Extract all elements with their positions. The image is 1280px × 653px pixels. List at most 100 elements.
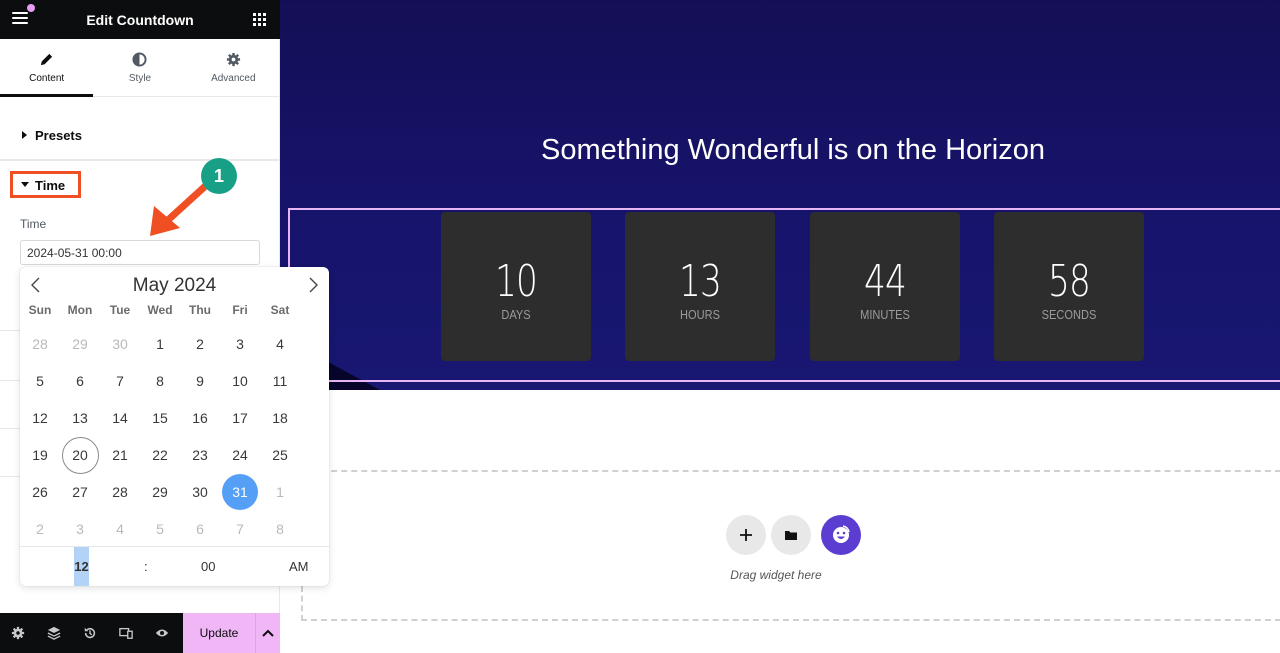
minute-input[interactable]: 00 bbox=[201, 559, 215, 574]
ai-assistant-button[interactable] bbox=[821, 515, 861, 555]
calendar-day[interactable]: 21 bbox=[100, 436, 140, 473]
section-time[interactable]: Time bbox=[10, 171, 81, 198]
settings-button[interactable] bbox=[0, 613, 36, 653]
calendar-day[interactable]: 29 bbox=[60, 325, 100, 362]
day-number: 6 bbox=[76, 372, 84, 389]
menu-button[interactable] bbox=[12, 12, 28, 26]
gear-icon bbox=[11, 626, 25, 640]
calendar-day[interactable]: 17 bbox=[220, 399, 260, 436]
update-button[interactable]: Update bbox=[183, 613, 255, 653]
add-template-button[interactable] bbox=[771, 515, 811, 555]
calendar-day[interactable]: 4 bbox=[260, 325, 300, 362]
time-input[interactable] bbox=[20, 240, 260, 265]
calendar-day[interactable]: 8 bbox=[140, 362, 180, 399]
calendar-day[interactable]: 19 bbox=[20, 436, 60, 473]
navigator-button[interactable] bbox=[36, 613, 72, 653]
tab-content[interactable]: Content bbox=[0, 39, 94, 97]
eye-icon bbox=[155, 629, 169, 637]
day-number: 13 bbox=[72, 409, 88, 426]
calendar-day[interactable]: 5 bbox=[140, 510, 180, 547]
calendar-day[interactable]: 5 bbox=[20, 362, 60, 399]
grid-dot bbox=[258, 23, 261, 26]
day-number: 3 bbox=[76, 520, 84, 537]
grid-dot bbox=[263, 18, 266, 21]
widgets-grid-button[interactable] bbox=[253, 13, 266, 26]
calendar-days-grid: 28 29 30 1 2 3 4 5 6 7 8 9 10 11 12 13 14 15 16 17 18 19 20 21 2… bbox=[20, 325, 300, 547]
calendar-day[interactable]: 7 bbox=[100, 362, 140, 399]
hamburger-line bbox=[12, 17, 28, 19]
countdown-hours: 13 HOURS bbox=[625, 212, 775, 361]
next-month-button[interactable] bbox=[306, 276, 320, 294]
countdown-widget[interactable]: 10 DAYS 13 HOURS 44 MINUTES 58 SECONDS bbox=[288, 208, 1280, 382]
hero-heading[interactable]: Something Wonderful is on the Horizon bbox=[280, 134, 1280, 167]
hero-section[interactable]: Something Wonderful is on the Horizon 10… bbox=[280, 0, 1280, 390]
day-number: 15 bbox=[152, 409, 168, 426]
ampm-toggle[interactable]: AM bbox=[289, 559, 309, 574]
calendar-day[interactable]: 16 bbox=[180, 399, 220, 436]
countdown-label: SECONDS bbox=[1041, 307, 1097, 322]
calendar-day[interactable]: 2 bbox=[180, 325, 220, 362]
day-number: 12 bbox=[32, 409, 48, 426]
calendar-day[interactable]: 27 bbox=[60, 473, 100, 510]
history-button[interactable] bbox=[72, 613, 108, 653]
calendar-weekdays: Sun Mon Tue Wed Thu Fri Sat bbox=[20, 303, 300, 317]
calendar-day[interactable]: 11 bbox=[260, 362, 300, 399]
calendar-day[interactable]: 24 bbox=[220, 436, 260, 473]
calendar-day[interactable]: 9 bbox=[180, 362, 220, 399]
update-options-button[interactable] bbox=[255, 613, 280, 653]
section-presets[interactable]: Presets bbox=[0, 112, 280, 161]
calendar-day[interactable]: 23 bbox=[180, 436, 220, 473]
hour-input[interactable]: 12 bbox=[74, 547, 89, 586]
panel-title: Edit Countdown bbox=[86, 11, 194, 28]
day-number: 31 bbox=[232, 483, 248, 500]
calendar-day[interactable]: 12 bbox=[20, 399, 60, 436]
calendar-day-selected[interactable]: 31 bbox=[220, 473, 260, 510]
history-icon bbox=[84, 627, 96, 639]
preview-button[interactable] bbox=[144, 613, 180, 653]
time-picker: 12 : 00 AM bbox=[20, 546, 329, 586]
calendar-day[interactable]: 1 bbox=[140, 325, 180, 362]
day-number: 3 bbox=[236, 335, 244, 352]
weekday: Sun bbox=[28, 303, 52, 317]
day-number: 28 bbox=[32, 335, 48, 352]
calendar-day[interactable]: 30 bbox=[180, 473, 220, 510]
calendar-day[interactable]: 1 bbox=[260, 473, 300, 510]
calendar-day[interactable]: 22 bbox=[140, 436, 180, 473]
calendar-day[interactable]: 26 bbox=[20, 473, 60, 510]
widget-dropzone[interactable]: Drag widget here bbox=[301, 470, 1280, 621]
calendar-day[interactable]: 30 bbox=[100, 325, 140, 362]
tab-style[interactable]: Style bbox=[93, 39, 186, 96]
calendar-day[interactable]: 2 bbox=[20, 510, 60, 547]
calendar-day[interactable]: 4 bbox=[100, 510, 140, 547]
calendar-day[interactable]: 15 bbox=[140, 399, 180, 436]
calendar-day[interactable]: 6 bbox=[180, 510, 220, 547]
calendar-day[interactable]: 13 bbox=[60, 399, 100, 436]
hamburger-line bbox=[12, 22, 28, 24]
weekday: Sat bbox=[270, 303, 290, 317]
calendar-day[interactable]: 29 bbox=[140, 473, 180, 510]
calendar-day[interactable]: 6 bbox=[60, 362, 100, 399]
calendar-day[interactable]: 7 bbox=[220, 510, 260, 547]
calendar-day[interactable]: 3 bbox=[60, 510, 100, 547]
calendar-day[interactable]: 8 bbox=[260, 510, 300, 547]
calendar-day[interactable]: 28 bbox=[100, 473, 140, 510]
calendar-month-label: May 2024 bbox=[132, 275, 217, 296]
tab-advanced[interactable]: Advanced bbox=[187, 39, 280, 96]
add-section-button[interactable] bbox=[726, 515, 766, 555]
calendar-day[interactable]: 10 bbox=[220, 362, 260, 399]
calendar-day[interactable]: 18 bbox=[260, 399, 300, 436]
calendar-day[interactable]: 25 bbox=[260, 436, 300, 473]
calendar-day[interactable]: 3 bbox=[220, 325, 260, 362]
calendar-day[interactable]: 28 bbox=[20, 325, 60, 362]
date-picker: May 2024 Sun Mon Tue Wed Thu Fri Sat 28 2… bbox=[20, 267, 329, 586]
day-number: 2 bbox=[196, 335, 204, 352]
day-number: 10 bbox=[232, 372, 248, 389]
calendar-day[interactable]: 14 bbox=[100, 399, 140, 436]
day-number: 17 bbox=[232, 409, 248, 426]
day-number: 27 bbox=[72, 483, 88, 500]
time-field-label: Time bbox=[20, 217, 47, 231]
calendar-day-today[interactable]: 20 bbox=[60, 436, 100, 474]
day-number: 16 bbox=[192, 409, 208, 426]
responsive-mode-button[interactable] bbox=[108, 613, 144, 653]
day-number: 29 bbox=[152, 483, 168, 500]
